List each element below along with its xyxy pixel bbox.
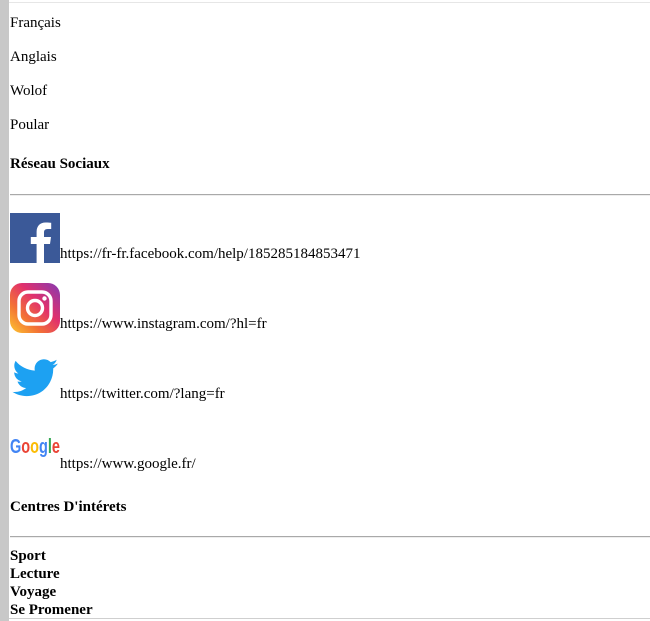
facebook-link[interactable]: https://fr-fr.facebook.com/help/18528518… [60,246,360,263]
language-item-french: Français [10,15,61,31]
section-divider [10,194,650,196]
google-icon: Google [10,436,60,458]
twitter-link[interactable]: https://twitter.com/?lang=fr [60,386,225,403]
social-item-instagram: https://www.instagram.com/?hl=fr [10,283,650,335]
interests-heading: Centres D'intérets [10,499,127,515]
top-divider [9,2,650,3]
facebook-icon [10,213,60,263]
svg-text:Google: Google [10,436,60,458]
interest-item-se-promener: Se Promener [10,602,93,618]
interest-item-sport: Sport [10,548,46,564]
bottom-divider [9,618,650,619]
instagram-link[interactable]: https://www.instagram.com/?hl=fr [60,316,267,333]
interest-item-voyage: Voyage [10,584,57,600]
interest-item-lecture: Lecture [10,566,60,582]
section-divider [10,536,650,538]
left-border [0,0,9,621]
language-item-wolof: Wolof [10,83,48,99]
social-item-twitter: https://twitter.com/?lang=fr [10,353,650,405]
instagram-icon [10,283,60,333]
social-item-google: Google https://www.google.fr/ [10,423,650,475]
social-item-facebook: https://fr-fr.facebook.com/help/18528518… [10,213,650,265]
twitter-icon [12,359,58,397]
google-link[interactable]: https://www.google.fr/ [60,456,196,473]
social-networks-heading: Réseau Sociaux [10,156,110,172]
language-item-english: Anglais [10,49,57,65]
language-item-poular: Poular [10,117,50,133]
